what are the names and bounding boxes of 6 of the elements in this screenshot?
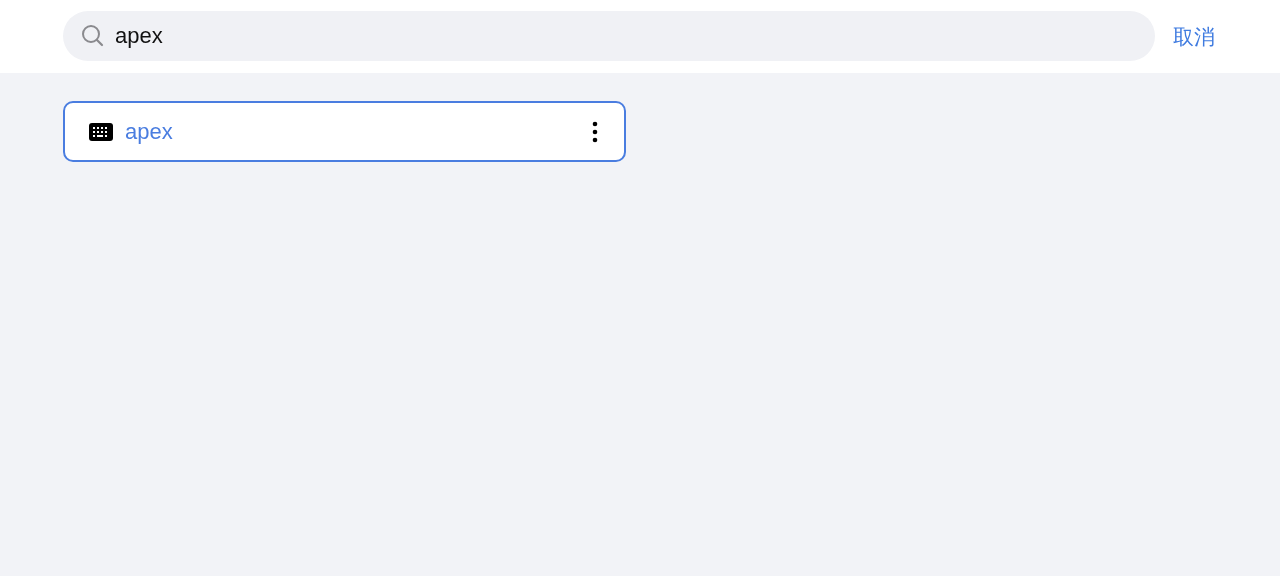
result-item[interactable]: apex [63, 101, 626, 162]
keyboard-icon [89, 122, 113, 141]
result-label: apex [125, 118, 174, 145]
cancel-button[interactable]: 取消 [1173, 22, 1215, 51]
search-field[interactable]: apex [63, 10, 1155, 61]
more-icon[interactable] [592, 120, 598, 143]
